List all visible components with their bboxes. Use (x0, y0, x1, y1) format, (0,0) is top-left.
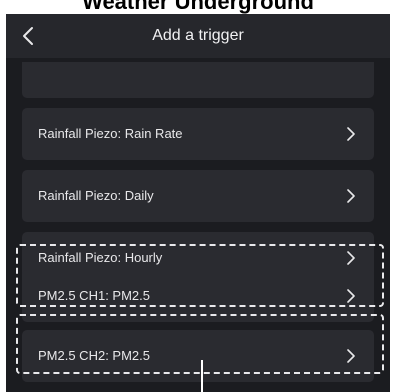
top-app-bar: Add a trigger (6, 14, 390, 58)
trigger-item-label: PM2.5 CH1: PM2.5 (38, 288, 150, 303)
trigger-item-label: Rainfall Piezo: Daily (38, 188, 154, 203)
clipped-annotation-heading: Weather Underground (0, 0, 396, 14)
screenshot-canvas: Weather Underground Add a trigger Rainfa… (0, 0, 396, 392)
clipped-heading-text: Weather Underground (82, 0, 314, 14)
list-item-partial[interactable] (22, 62, 374, 98)
trigger-list[interactable]: Rainfall Piezo: Rain Rate Rainfall Piezo… (6, 58, 390, 392)
trigger-item-pm25-ch2[interactable]: PM2.5 CH2: PM2.5 (22, 330, 374, 382)
phone-screen: Add a trigger Rainfall Piezo: Rain Rate … (6, 14, 390, 392)
annotation-connector-line (201, 360, 203, 392)
chevron-right-icon (347, 251, 355, 265)
trigger-item-label: PM2.5 CH2: PM2.5 (38, 348, 150, 363)
chevron-right-icon (347, 189, 355, 203)
trigger-item-pm25-ch1[interactable]: PM2.5 CH1: PM2.5 (22, 270, 374, 322)
chevron-right-icon (347, 127, 355, 141)
chevron-right-icon (347, 289, 355, 303)
trigger-item-label: Rainfall Piezo: Rain Rate (38, 126, 183, 141)
trigger-item-daily[interactable]: Rainfall Piezo: Daily (22, 170, 374, 222)
trigger-item-rain-rate[interactable]: Rainfall Piezo: Rain Rate (22, 108, 374, 160)
back-button[interactable] (14, 22, 42, 50)
chevron-left-icon (23, 27, 33, 45)
page-title: Add a trigger (152, 27, 244, 44)
chevron-right-icon (347, 349, 355, 363)
